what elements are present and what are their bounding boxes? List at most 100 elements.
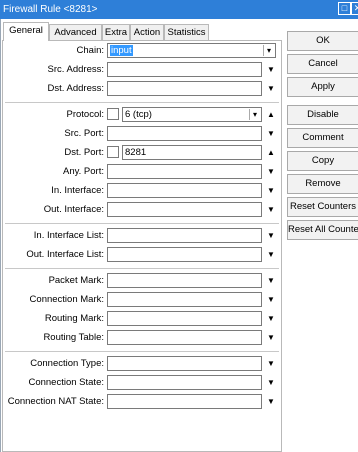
general-panel: Chain: input ▾ Src. Address: ▼ Dst. Addr… bbox=[2, 40, 282, 452]
connection-state-input[interactable] bbox=[107, 375, 262, 390]
triangle-up-icon[interactable]: ▲ bbox=[265, 107, 277, 123]
protocol-invert-checkbox[interactable] bbox=[107, 108, 119, 120]
in-interface-row: In. Interface: ▼ bbox=[3, 183, 281, 199]
triangle-down-icon[interactable]: ▼ bbox=[265, 62, 277, 78]
dst-address-label: Dst. Address: bbox=[47, 83, 105, 94]
reset-counters-button[interactable]: Reset Counters bbox=[287, 197, 358, 217]
tab-action[interactable]: Action bbox=[130, 24, 164, 40]
chain-label: Chain: bbox=[76, 45, 104, 56]
any-port-row: Any. Port: ▼ bbox=[3, 164, 281, 180]
src-port-label: Src. Port: bbox=[64, 128, 104, 139]
connection-type-input[interactable] bbox=[107, 356, 262, 371]
separator bbox=[5, 351, 279, 352]
triangle-down-icon[interactable]: ▼ bbox=[265, 311, 277, 327]
in-interface-list-label: In. Interface List: bbox=[33, 230, 104, 241]
packet-mark-label: Packet Mark: bbox=[48, 275, 104, 286]
tab-general[interactable]: General bbox=[3, 22, 49, 41]
triangle-up-icon[interactable]: ▲ bbox=[265, 145, 277, 161]
tab-statistics[interactable]: Statistics bbox=[164, 24, 209, 40]
triangle-down-icon[interactable]: ▼ bbox=[265, 228, 277, 244]
chain-select[interactable]: input ▾ bbox=[107, 43, 276, 58]
chain-value: input bbox=[110, 45, 133, 56]
packet-mark-row: Packet Mark: ▼ bbox=[3, 273, 281, 289]
src-address-label: Src. Address: bbox=[47, 64, 105, 75]
src-port-row: Src. Port: ▼ bbox=[3, 126, 281, 142]
comment-button[interactable]: Comment bbox=[287, 128, 358, 148]
src-port-input[interactable] bbox=[107, 126, 262, 141]
triangle-down-icon[interactable]: ▼ bbox=[265, 394, 277, 410]
out-interface-list-label: Out. Interface List: bbox=[26, 249, 104, 260]
dropdown-icon[interactable]: ▾ bbox=[263, 45, 274, 56]
connection-type-row: Connection Type: ▼ bbox=[3, 356, 281, 372]
out-interface-row: Out. Interface: ▼ bbox=[3, 202, 281, 218]
packet-mark-input[interactable] bbox=[107, 273, 262, 288]
any-port-input[interactable] bbox=[107, 164, 262, 179]
maximize-icon[interactable]: □ bbox=[338, 2, 351, 15]
in-interface-input[interactable] bbox=[107, 183, 262, 198]
routing-table-label: Routing Table: bbox=[43, 332, 104, 343]
separator bbox=[5, 268, 279, 269]
close-icon[interactable]: ✕ bbox=[351, 2, 358, 15]
connection-type-label: Connection Type: bbox=[30, 358, 104, 369]
dst-port-input[interactable]: 8281 bbox=[122, 145, 262, 160]
dst-port-invert-checkbox[interactable] bbox=[107, 146, 119, 158]
triangle-down-icon[interactable]: ▼ bbox=[265, 202, 277, 218]
protocol-value: 6 (tcp) bbox=[125, 109, 152, 120]
separator bbox=[5, 223, 279, 224]
dst-port-row: Dst. Port: 8281 ▲ bbox=[3, 145, 281, 161]
reset-all-counters-button[interactable]: Reset All Counters bbox=[287, 220, 358, 240]
triangle-down-icon[interactable]: ▼ bbox=[265, 81, 277, 97]
apply-button[interactable]: Apply bbox=[287, 77, 358, 97]
remove-button[interactable]: Remove bbox=[287, 174, 358, 194]
src-address-input[interactable] bbox=[107, 62, 262, 77]
separator bbox=[5, 102, 279, 103]
tab-extra[interactable]: Extra bbox=[102, 24, 130, 40]
routing-mark-label: Routing Mark: bbox=[44, 313, 104, 324]
copy-button[interactable]: Copy bbox=[287, 151, 358, 171]
triangle-down-icon[interactable]: ▼ bbox=[265, 183, 277, 199]
out-interface-list-row: Out. Interface List: ▼ bbox=[3, 247, 281, 263]
dialog-body: General Advanced Extra Action Statistics… bbox=[0, 19, 358, 452]
cancel-button[interactable]: Cancel bbox=[287, 54, 358, 74]
triangle-down-icon[interactable]: ▼ bbox=[265, 164, 277, 180]
triangle-down-icon[interactable]: ▼ bbox=[265, 330, 277, 346]
connection-nat-state-row: Connection NAT State: ▼ bbox=[3, 394, 281, 410]
connection-state-label: Connection State: bbox=[28, 377, 104, 388]
routing-table-row: Routing Table: ▼ bbox=[3, 330, 281, 346]
in-interface-list-row: In. Interface List: ▼ bbox=[3, 228, 281, 244]
out-interface-label: Out. Interface: bbox=[43, 204, 104, 215]
disable-button[interactable]: Disable bbox=[287, 105, 358, 125]
routing-table-input[interactable] bbox=[107, 330, 262, 345]
routing-mark-row: Routing Mark: ▼ bbox=[3, 311, 281, 327]
connection-nat-state-input[interactable] bbox=[107, 394, 262, 409]
triangle-down-icon[interactable]: ▼ bbox=[265, 292, 277, 308]
protocol-label: Protocol: bbox=[66, 109, 105, 120]
connection-mark-input[interactable] bbox=[107, 292, 262, 307]
connection-nat-state-label: Connection NAT State: bbox=[7, 396, 104, 407]
protocol-select[interactable]: 6 (tcp) ▾ bbox=[122, 107, 262, 122]
dst-address-input[interactable] bbox=[107, 81, 262, 96]
in-interface-list-input[interactable] bbox=[107, 228, 262, 243]
triangle-down-icon[interactable]: ▼ bbox=[265, 375, 277, 391]
tab-advanced[interactable]: Advanced bbox=[49, 24, 102, 40]
triangle-down-icon[interactable]: ▼ bbox=[265, 273, 277, 289]
window-title: Firewall Rule <8281> bbox=[3, 4, 98, 15]
in-interface-label: In. Interface: bbox=[51, 185, 104, 196]
out-interface-input[interactable] bbox=[107, 202, 262, 217]
out-interface-list-input[interactable] bbox=[107, 247, 262, 262]
dropdown-icon[interactable]: ▾ bbox=[249, 109, 260, 120]
connection-mark-label: Connection Mark: bbox=[29, 294, 104, 305]
connection-state-row: Connection State: ▼ bbox=[3, 375, 281, 391]
any-port-label: Any. Port: bbox=[62, 166, 104, 177]
dst-address-row: Dst. Address: ▼ bbox=[3, 81, 281, 97]
triangle-down-icon[interactable]: ▼ bbox=[265, 356, 277, 372]
window-titlebar: Firewall Rule <8281> □ ✕ bbox=[0, 0, 358, 19]
dst-port-label: Dst. Port: bbox=[64, 147, 104, 158]
protocol-row: Protocol: 6 (tcp) ▾ ▲ bbox=[3, 107, 281, 123]
routing-mark-input[interactable] bbox=[107, 311, 262, 326]
src-address-row: Src. Address: ▼ bbox=[3, 62, 281, 78]
ok-button[interactable]: OK bbox=[287, 31, 358, 51]
triangle-down-icon[interactable]: ▼ bbox=[265, 126, 277, 142]
triangle-down-icon[interactable]: ▼ bbox=[265, 247, 277, 263]
connection-mark-row: Connection Mark: ▼ bbox=[3, 292, 281, 308]
